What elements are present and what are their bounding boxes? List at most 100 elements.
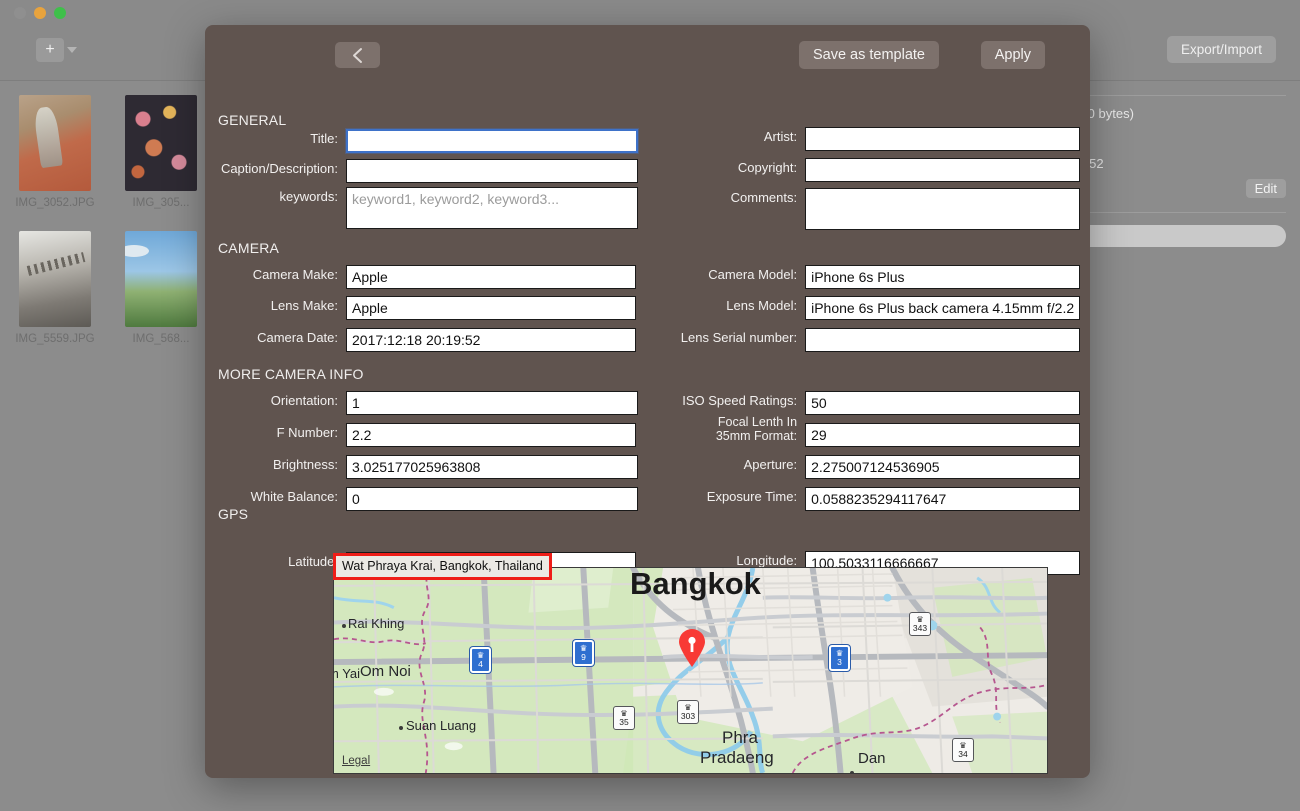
field-label: Latitude: <box>218 552 338 570</box>
motorway-number: 9 <box>581 653 586 662</box>
thumbnail-item[interactable]: IMG_305... <box>110 95 212 209</box>
route-number: 34 <box>958 750 967 759</box>
field-label: Lens Model: <box>660 296 797 314</box>
chevron-down-icon[interactable] <box>67 47 77 53</box>
exposure-time-input[interactable]: 0.0588235294117647 <box>805 487 1080 511</box>
section-heading-general: GENERAL <box>218 112 286 128</box>
field-copyright: Copyright: <box>660 158 1080 182</box>
route-number: 343 <box>913 624 927 633</box>
focal-length-input[interactable]: 29 <box>805 423 1080 447</box>
thumbnail-image[interactable] <box>19 95 91 191</box>
thumbnail-label: IMG_568... <box>110 333 212 345</box>
field-camera-model: Camera Model: iPhone 6s Plus <box>660 265 1080 289</box>
thumbnail-label: IMG_3052.JPG <box>4 197 106 209</box>
field-label: Copyright: <box>660 158 797 176</box>
motorway-number: 3 <box>837 658 842 667</box>
field-label: Focal Lenth In 35mm Format: <box>660 415 797 444</box>
thumbnail-image[interactable] <box>125 231 197 327</box>
close-window-button[interactable] <box>14 7 26 19</box>
field-label: Comments: <box>660 188 797 206</box>
map-city-label: Bangkok <box>630 567 761 602</box>
thumbnail-image[interactable] <box>19 231 91 327</box>
field-artist: Artist: <box>660 127 1080 151</box>
route-number: 303 <box>681 712 695 721</box>
section-heading-more-camera-info: MORE CAMERA INFO <box>218 366 364 382</box>
camera-model-input[interactable]: iPhone 6s Plus <box>805 265 1080 289</box>
field-label: Orientation: <box>218 391 338 409</box>
thumbnail-item[interactable]: IMG_568... <box>110 231 212 345</box>
field-label: keywords: <box>218 187 338 205</box>
field-exposure-time: Exposure Time: 0.0588235294117647 <box>660 487 1080 511</box>
lens-make-input[interactable]: Apple <box>346 296 636 320</box>
motorway-shield: ♛ 3 <box>829 645 850 671</box>
thumbnail-item[interactable]: IMG_3052.JPG <box>4 95 106 209</box>
field-orientation: Orientation: 1 <box>218 391 640 415</box>
lens-model-input[interactable]: iPhone 6s Plus back camera 4.15mm f/2.2 <box>805 296 1080 320</box>
field-brightness: Brightness: 3.025177025963808 <box>218 455 640 479</box>
iso-input[interactable]: 50 <box>805 391 1080 415</box>
field-camera-make: Camera Make: Apple <box>218 265 640 289</box>
field-camera-date: Camera Date: 2017:12:18 20:19:52 <box>218 328 640 352</box>
export-import-button[interactable]: Export/Import <box>1167 36 1276 63</box>
route-shield: ♛ 34 <box>952 738 974 762</box>
thumbnail-grid: IMG_3052.JPG IMG_305... IMG_5559.JPG IMG… <box>0 95 215 345</box>
field-label: Caption/Description: <box>218 159 338 177</box>
field-label: Exposure Time: <box>660 487 797 505</box>
brightness-input[interactable]: 3.025177025963808 <box>346 455 638 479</box>
map-place-label: Pradaeng <box>700 748 774 768</box>
map-place-label: Dan <box>858 750 886 767</box>
minimize-window-button[interactable] <box>34 7 46 19</box>
route-shield: ♛ 35 <box>613 706 635 730</box>
white-balance-input[interactable]: 0 <box>346 487 638 511</box>
field-f-number: F Number: 2.2 <box>218 423 640 447</box>
gps-location-name-highlight: Wat Phraya Krai, Bangkok, Thailand <box>333 553 552 580</box>
route-shield: ♛ 303 <box>677 700 699 724</box>
f-number-input[interactable]: 2.2 <box>346 423 636 447</box>
keywords-input[interactable]: keyword1, keyword2, keyword3... <box>346 187 638 229</box>
map-place-dot <box>850 771 854 774</box>
map-place-label: Suan Luang <box>406 718 476 733</box>
field-label: F Number: <box>218 423 338 441</box>
field-label: Lens Make: <box>218 296 338 314</box>
field-lens-make: Lens Make: Apple <box>218 296 640 320</box>
route-number: 35 <box>619 718 628 727</box>
field-label: Brightness: <box>218 455 338 473</box>
field-lens-model: Lens Model: iPhone 6s Plus back camera 4… <box>660 296 1080 320</box>
route-shield: ♛ 343 <box>909 612 931 636</box>
copyright-input[interactable] <box>805 158 1080 182</box>
field-label: ISO Speed Ratings: <box>660 391 797 409</box>
map-place-label: Phra <box>722 728 758 748</box>
edit-button[interactable]: Edit <box>1246 179 1286 198</box>
field-keywords: keywords: keyword1, keyword2, keyword3..… <box>218 187 640 229</box>
field-label: Camera Make: <box>218 265 338 283</box>
thumbnail-item[interactable]: IMG_5559.JPG <box>4 231 106 345</box>
orientation-input[interactable]: 1 <box>346 391 638 415</box>
aperture-input[interactable]: 2.275007124536905 <box>805 455 1080 479</box>
artist-input[interactable] <box>805 127 1080 151</box>
field-focal-length: Focal Lenth In 35mm Format: 29 <box>660 415 1080 447</box>
add-photos-button[interactable]: + <box>36 38 64 62</box>
field-caption: Caption/Description: <box>218 159 640 183</box>
camera-date-input[interactable]: 2017:12:18 20:19:52 <box>346 328 636 352</box>
thumbnail-row: IMG_3052.JPG IMG_305... <box>0 95 215 209</box>
thumbnail-image[interactable] <box>125 95 197 191</box>
title-input[interactable] <box>346 129 638 153</box>
field-label: Artist: <box>660 127 797 145</box>
pin-icon <box>677 628 707 668</box>
field-label: Lens Serial number: <box>660 328 797 346</box>
field-label: Camera Model: <box>660 265 797 283</box>
traffic-lights <box>14 7 66 19</box>
field-label: Aperture: <box>660 455 797 473</box>
motorway-shield: ♛ 9 <box>573 640 594 666</box>
comments-input[interactable] <box>805 188 1080 230</box>
caption-input[interactable] <box>346 159 638 183</box>
metadata-editor-dialog: Save as template Apply GENERAL Title: Ca… <box>205 25 1090 778</box>
maximize-window-button[interactable] <box>54 7 66 19</box>
lens-serial-input[interactable] <box>805 328 1080 352</box>
map-legal-link[interactable]: Legal <box>342 755 370 767</box>
gps-map[interactable]: Bangkok Rai Khing Om Noi m Yai Suan Luan… <box>333 567 1048 774</box>
map-location-pin[interactable] <box>677 628 707 668</box>
map-place-dot <box>342 624 346 628</box>
camera-make-input[interactable]: Apple <box>346 265 636 289</box>
field-comments: Comments: <box>660 188 1080 230</box>
